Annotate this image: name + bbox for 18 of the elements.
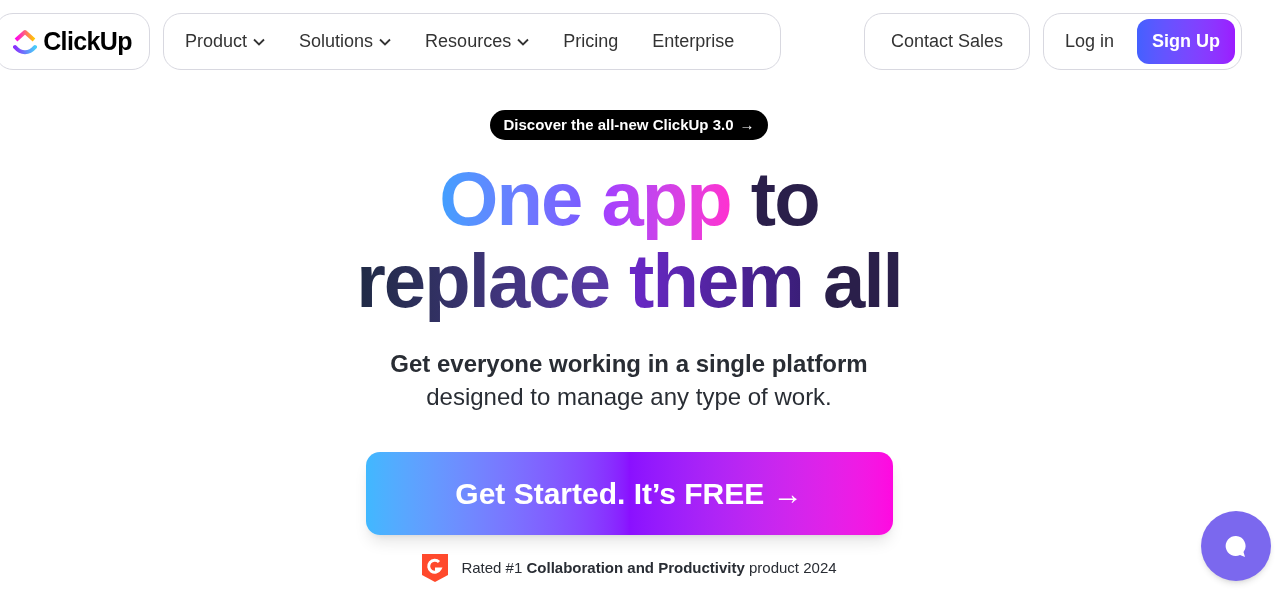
g2-badge-icon: [421, 553, 450, 583]
logo-icon: [13, 28, 38, 55]
sign-up-button[interactable]: Sign Up: [1137, 19, 1235, 64]
nav-link[interactable]: Enterprise: [652, 28, 735, 55]
logo-text: ClickUp: [43, 25, 132, 57]
chat-bubble-icon: [1224, 534, 1248, 558]
nav-link[interactable]: Solutions: [299, 28, 392, 55]
announcement-pill[interactable]: Discover the all-new ClickUp 3.0 →: [490, 110, 768, 140]
chat-button[interactable]: [1201, 511, 1271, 581]
login-link[interactable]: Log in: [1065, 28, 1115, 55]
get-started-button[interactable]: Get Started. It’s FREE →: [365, 452, 893, 535]
subtitle-text: designed to manage any type of work.: [426, 382, 832, 412]
subtitle-bold: Get everyone working in a single platform: [390, 349, 868, 379]
rating-text: Rated #1 Collaboration and Productivity product 2024: [461, 557, 837, 578]
nav-link[interactable]: Pricing: [563, 28, 619, 55]
nav-link[interactable]: Product: [185, 28, 266, 55]
contact-sales-button[interactable]: Contact Sales: [864, 13, 1030, 70]
nav-link[interactable]: Resources: [425, 28, 530, 55]
